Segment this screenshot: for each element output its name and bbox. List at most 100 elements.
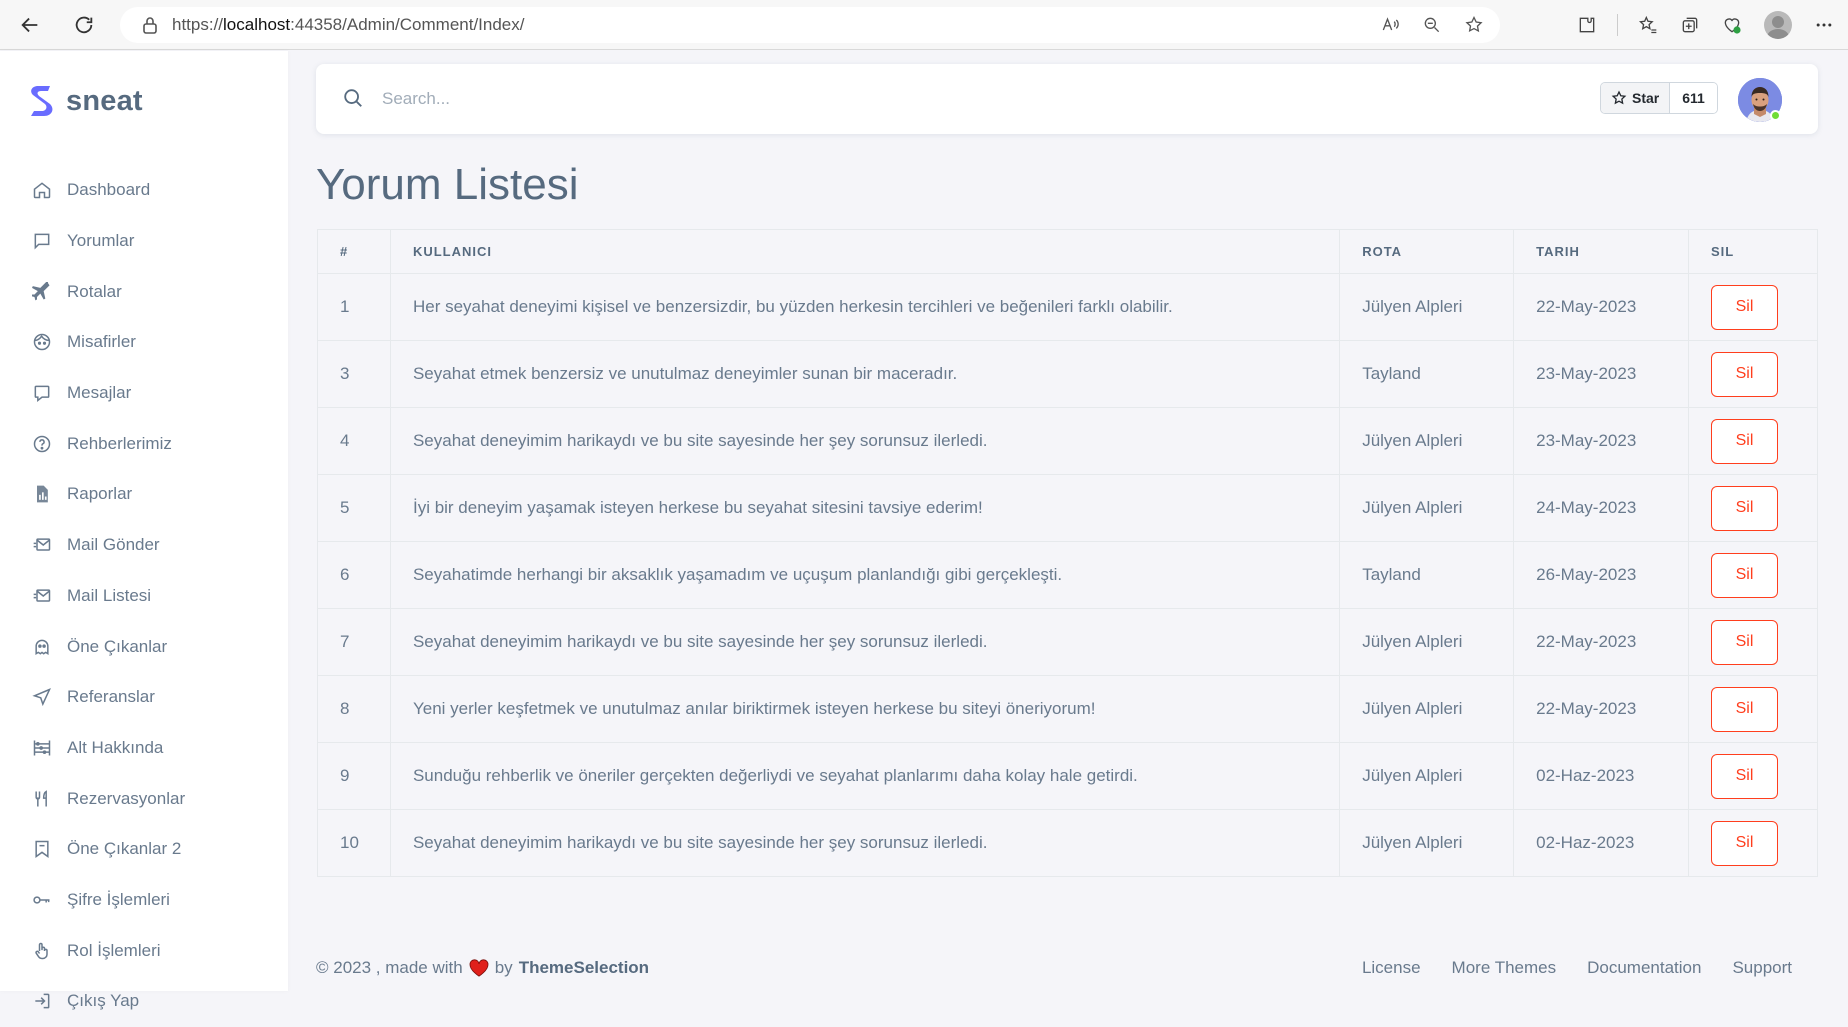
sidebar-item-mail-gonder[interactable]: Mail Gönder xyxy=(0,520,288,571)
footer-link-license[interactable]: License xyxy=(1362,958,1421,978)
read-aloud-icon[interactable] xyxy=(1374,9,1406,41)
cell-comment: Seyahat deneyimim harikaydı ve bu site s… xyxy=(389,407,1341,475)
cell-comment: Yeni yerler keşfetmek ve unutulmaz anıla… xyxy=(389,675,1341,743)
table-row: 6 Seyahatimde herhangi bir aksaklık yaşa… xyxy=(317,541,1818,609)
sidebar-item-mail-listesi[interactable]: Mail Listesi xyxy=(0,571,288,622)
sidebar-item-rol-islemleri[interactable]: Rol İşlemleri xyxy=(0,925,288,976)
cell-action: Sil xyxy=(1688,273,1818,341)
back-button[interactable] xyxy=(10,5,50,45)
delete-button[interactable]: Sil xyxy=(1711,284,1778,330)
hand-icon xyxy=(31,940,53,962)
address-bar[interactable]: https://localhost:44358/Admin/Comment/In… xyxy=(120,7,1500,43)
sidebar-item-rehberlerimiz[interactable]: Rehberlerimiz xyxy=(0,418,288,469)
cell-id: 6 xyxy=(317,541,391,609)
profile-avatar-icon[interactable] xyxy=(1758,9,1798,41)
url-host: localhost xyxy=(223,15,291,34)
table-row: 9 Sunduğu rehberlik ve öneriler gerçekte… xyxy=(317,742,1818,810)
column-header-route: ROTA xyxy=(1339,229,1515,274)
star-count[interactable]: 611 xyxy=(1670,83,1717,113)
online-status-dot xyxy=(1770,110,1781,121)
delete-button[interactable]: Sil xyxy=(1711,552,1778,598)
column-header-user: KULLANICI xyxy=(389,229,1341,274)
sidebar-item-mesajlar[interactable]: Mesajlar xyxy=(0,368,288,419)
delete-button[interactable]: Sil xyxy=(1711,351,1778,397)
footer-link-support[interactable]: Support xyxy=(1732,958,1792,978)
sidebar-item-label: Mesajlar xyxy=(67,383,132,403)
help-circle-icon xyxy=(31,433,53,455)
add-favorite-icon[interactable] xyxy=(1458,9,1490,41)
footer-link-more-themes[interactable]: More Themes xyxy=(1452,958,1557,978)
footer-by: by xyxy=(494,958,513,977)
collections-icon[interactable] xyxy=(1674,9,1706,41)
map-icon xyxy=(31,838,53,860)
table-row: 5 İyi bir deneyim yaşamak isteyen herkes… xyxy=(317,474,1818,542)
cell-id: 5 xyxy=(317,474,391,542)
cell-id: 9 xyxy=(317,742,391,810)
sidebar-item-yorumlar[interactable]: Yorumlar xyxy=(0,216,288,267)
sidebar-item-one-cikanlar-2[interactable]: Öne Çıkanlar 2 xyxy=(0,824,288,875)
cell-comment: Seyahat deneyimim harikaydı ve bu site s… xyxy=(389,608,1341,676)
column-header-delete: SIL xyxy=(1688,229,1818,274)
github-star[interactable]: Star xyxy=(1601,83,1671,113)
cell-action: Sil xyxy=(1688,474,1818,542)
sidebar-item-label: Mail Gönder xyxy=(67,535,160,555)
search-input[interactable] xyxy=(382,83,982,115)
sidebar-item-cikis-yap[interactable]: Çıkış Yap xyxy=(0,976,288,1027)
cell-id: 4 xyxy=(317,407,391,475)
delete-button[interactable]: Sil xyxy=(1711,820,1778,866)
reload-button[interactable] xyxy=(64,5,104,45)
table-row: 7 Seyahat deneyimim harikaydı ve bu site… xyxy=(317,608,1818,676)
footer-brand-link[interactable]: ThemeSelection xyxy=(519,958,649,978)
more-options-icon[interactable] xyxy=(1808,9,1840,41)
extensions-icon[interactable] xyxy=(1571,9,1603,41)
reload-icon xyxy=(75,16,93,33)
browser-toolbar: https://localhost:44358/Admin/Comment/In… xyxy=(0,0,1848,50)
cell-route: Jülyen Alpleri xyxy=(1339,608,1515,676)
sidebar-item-sifre-islemleri[interactable]: Şifre İşlemleri xyxy=(0,875,288,926)
footer-link-documentation[interactable]: Documentation xyxy=(1587,958,1701,978)
table-row: 3 Seyahat etmek benzersiz ve unutulmaz d… xyxy=(317,340,1818,408)
home-icon xyxy=(31,179,53,201)
abacus-icon xyxy=(31,737,53,759)
sidebar-item-label: Mail Listesi xyxy=(67,585,152,605)
user-avatar[interactable] xyxy=(1738,78,1782,122)
comments-table-card: # KULLANICI ROTA TARIH SIL 1 Her seyahat… xyxy=(317,229,1818,877)
sidebar-item-label: Rotalar xyxy=(67,281,122,301)
sidebar-item-label: Raporlar xyxy=(67,484,133,504)
cell-action: Sil xyxy=(1688,407,1818,475)
delete-button[interactable]: Sil xyxy=(1711,418,1778,464)
face-icon xyxy=(31,331,53,353)
cell-route: Jülyen Alpleri xyxy=(1339,742,1515,810)
delete-button[interactable]: Sil xyxy=(1711,485,1778,531)
sidebar-item-raporlar[interactable]: Raporlar xyxy=(0,469,288,520)
search-icon[interactable] xyxy=(342,87,364,114)
delete-button[interactable]: Sil xyxy=(1711,619,1778,665)
sidebar-item-dashboard[interactable]: Dashboard xyxy=(0,165,288,216)
zoom-out-icon[interactable] xyxy=(1416,9,1448,41)
sidebar-item-rezervasyonlar[interactable]: Rezervasyonlar xyxy=(0,773,288,824)
cell-route: Jülyen Alpleri xyxy=(1339,474,1515,542)
sidebar-item-alt-hakkinda[interactable]: Alt Hakkında xyxy=(0,723,288,774)
favorites-icon[interactable] xyxy=(1632,9,1664,41)
cell-action: Sil xyxy=(1688,809,1818,877)
delete-button[interactable]: Sil xyxy=(1711,686,1778,732)
github-star-button[interactable]: Star 611 xyxy=(1600,82,1718,114)
cell-comment: Seyahatimde herhangi bir aksaklık yaşama… xyxy=(389,541,1341,609)
brand[interactable]: sneat xyxy=(28,83,143,119)
cell-date: 23-May-2023 xyxy=(1513,407,1689,475)
sidebar-item-misafirler[interactable]: Misafirler xyxy=(0,317,288,368)
url-path: :44358/Admin/Comment/Index/ xyxy=(290,15,525,34)
delete-button[interactable]: Sil xyxy=(1711,753,1778,799)
sidebar-item-label: Alt Hakkında xyxy=(67,737,164,757)
mail-list-icon xyxy=(31,585,53,607)
cell-comment: Seyahat etmek benzersiz ve unutulmaz den… xyxy=(389,340,1341,408)
sidebar-item-rotalar[interactable]: Rotalar xyxy=(0,266,288,317)
sidebar-item-label: Şifre İşlemleri xyxy=(67,889,170,909)
cell-id: 7 xyxy=(317,608,391,676)
cell-id: 8 xyxy=(317,675,391,743)
table-row: 10 Seyahat deneyimim harikaydı ve bu sit… xyxy=(317,809,1818,877)
sneat-logo-icon xyxy=(31,86,53,116)
performance-icon[interactable] xyxy=(1716,9,1748,41)
sidebar-item-referanslar[interactable]: Referanslar xyxy=(0,672,288,723)
sidebar-item-one-cikanlar[interactable]: Öne Çıkanlar xyxy=(0,621,288,672)
